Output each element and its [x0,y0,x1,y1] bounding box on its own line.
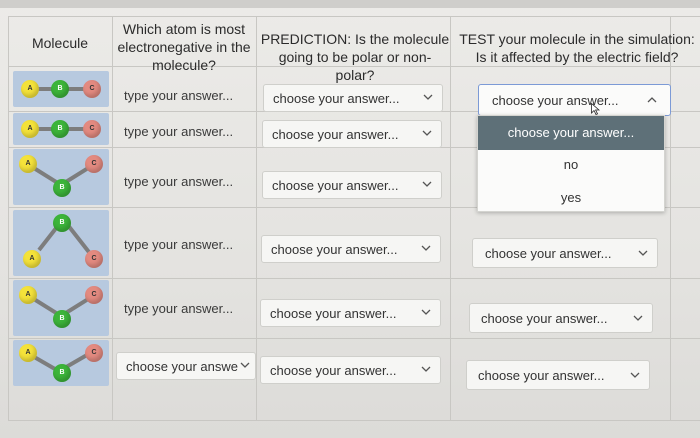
atom-c: C [85,286,103,304]
dropdown-option-yes[interactable]: yes [478,190,664,205]
chevron-down-icon [422,181,432,187]
chevron-down-icon [630,372,640,378]
header-molecule: Molecule [31,35,89,51]
prediction-select[interactable]: choose your answer... [260,356,441,384]
molecule-image: A B C [13,113,109,145]
prediction-select-value: choose your answer... [270,306,397,321]
atom-c: C [83,120,101,138]
test-select-value: choose your answer... [478,368,605,383]
chevron-down-icon [638,250,648,256]
prediction-select[interactable]: choose your answer... [260,299,441,327]
atom-b: B [53,214,71,232]
answer-select-value: choose your answe [126,359,239,374]
test-select[interactable]: choose your answer... [472,238,658,268]
top-strip [0,0,700,8]
test-select-value: choose your answer... [481,311,608,326]
atom-c: C [85,155,103,173]
prediction-select[interactable]: choose your answer... [262,171,442,199]
molecule-image: B A C [13,210,109,276]
test-select-open[interactable]: choose your answer... [478,84,671,116]
test-dropdown-menu: choose your answer... no yes [477,115,665,212]
prediction-select-value: choose your answer... [270,363,397,378]
mouse-cursor-icon [591,103,600,115]
prediction-select-value: choose your answer... [272,127,399,142]
answer-input[interactable]: type your answer... [124,88,233,103]
prediction-select-value: choose your answer... [272,178,399,193]
header-prediction: PREDICTION: Is the molecule going to be … [260,31,450,83]
chevron-down-icon [421,366,431,372]
dropdown-option-placeholder[interactable]: choose your answer... [478,116,664,150]
atom-c: C [85,344,103,362]
atom-b: B [53,310,71,328]
prediction-select-value: choose your answer... [273,91,400,106]
chevron-up-icon [647,97,657,103]
answer-input[interactable]: type your answer... [124,237,233,252]
atom-b: B [53,364,71,382]
atom-b: B [53,179,71,197]
header-test: TEST your molecule in the simulation: Is… [459,31,695,65]
chevron-down-icon [240,362,250,368]
chevron-down-icon [421,245,431,251]
molecule-image: A B C [13,149,109,205]
prediction-select[interactable]: choose your answer... [262,120,442,148]
atom-a: A [21,80,39,98]
header-electronegativity: Which atom is most electronegative in th… [117,21,251,73]
atom-a: A [19,286,37,304]
answer-input[interactable]: type your answer... [124,124,233,139]
chevron-down-icon [421,309,431,315]
dropdown-option-no[interactable]: no [478,157,664,172]
answer-select[interactable]: choose your answe [116,352,256,380]
answer-input[interactable]: type your answer... [124,301,233,316]
molecule-image: A B C [13,280,109,336]
atom-a: A [19,155,37,173]
chevron-down-icon [422,130,432,136]
answer-input[interactable]: type your answer... [124,174,233,189]
chevron-down-icon [423,94,433,100]
atom-c: C [83,80,101,98]
molecule-image: A B C [13,71,109,107]
prediction-select-value: choose your answer... [271,242,398,257]
atom-a: A [19,344,37,362]
atom-a: A [23,250,41,268]
test-select[interactable]: choose your answer... [469,303,653,333]
atom-b: B [51,80,69,98]
chevron-down-icon [633,315,643,321]
test-select-value: choose your answer... [485,246,612,261]
test-select[interactable]: choose your answer... [466,360,650,390]
atom-a: A [21,120,39,138]
worksheet: Molecule Which atom is most electronegat… [0,0,700,438]
prediction-select[interactable]: choose your answer... [261,235,441,263]
molecule-image: A B C [13,340,109,386]
atom-c: C [85,250,103,268]
atom-b: B [51,120,69,138]
prediction-select[interactable]: choose your answer... [263,84,443,112]
